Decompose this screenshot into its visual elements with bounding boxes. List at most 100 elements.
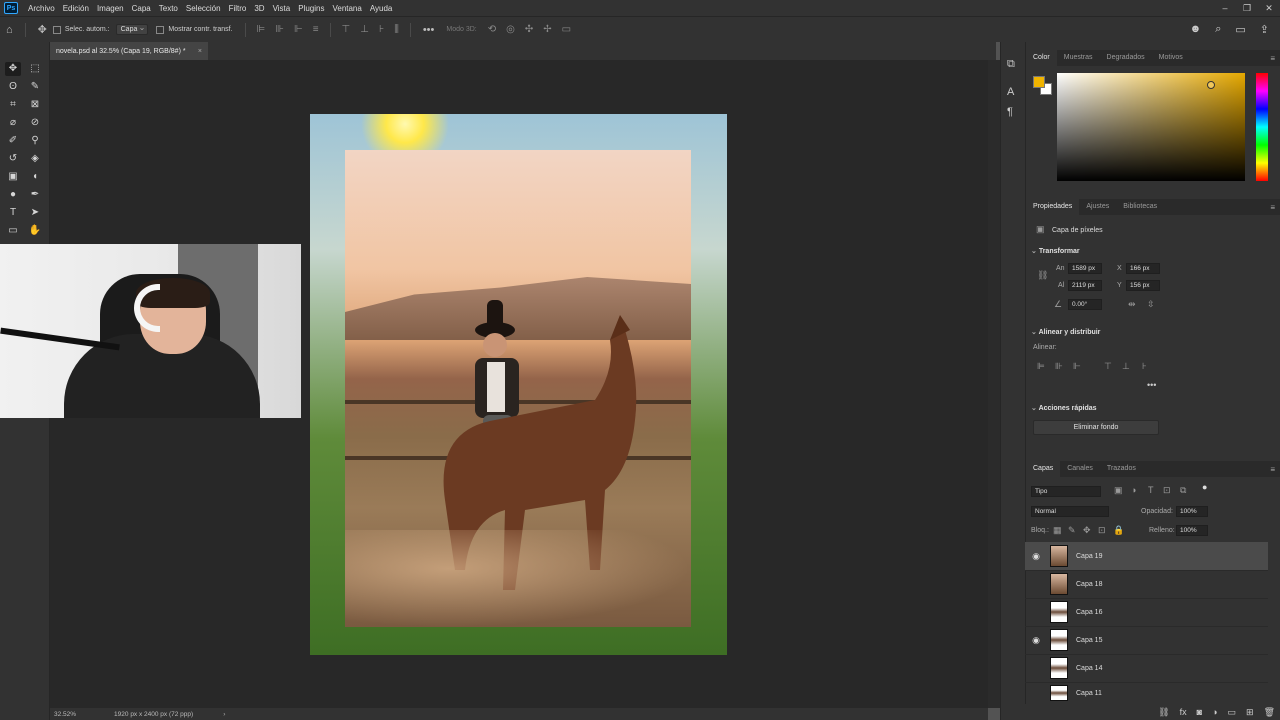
workspace-icon[interactable]: ▭ (1235, 23, 1245, 36)
panel-menu-icon[interactable]: ≡ (1270, 465, 1275, 474)
more-align-icon[interactable]: ••• (1147, 380, 1156, 390)
orbit-3d-icon[interactable]: ⟲ (488, 24, 496, 35)
crop-tool-icon[interactable]: ⌗ (5, 98, 21, 112)
home-icon[interactable]: ⌂ (6, 24, 13, 36)
lasso-tool-icon[interactable]: ʘ (5, 80, 21, 94)
filter-shape-icon[interactable]: ⊡ (1163, 485, 1171, 496)
video-3d-icon[interactable]: ▭ (562, 24, 571, 35)
distribute-v-icon[interactable]: ⫼ (394, 24, 399, 35)
status-arrow-icon[interactable]: › (223, 711, 225, 718)
tab-color[interactable]: Color (1026, 50, 1057, 66)
y-field[interactable]: 156 px (1126, 280, 1160, 291)
shape-tool-icon[interactable]: ▭ (5, 224, 21, 238)
filter-smart-icon[interactable]: ⧉ (1180, 485, 1186, 496)
lock-image-icon[interactable]: ✎ (1068, 525, 1076, 536)
layer-row[interactable]: ◉ Capa 19 (1025, 542, 1268, 570)
lock-transparent-icon[interactable]: ▦ (1053, 525, 1062, 536)
align-top-edges-icon[interactable]: ⊤ (1104, 361, 1112, 372)
brush-tool-icon[interactable]: ✐ (5, 134, 21, 148)
frame-tool-icon[interactable]: ⊠ (27, 98, 43, 112)
menu-imagen[interactable]: Imagen (93, 4, 128, 13)
delete-layer-icon[interactable]: 🗑 (1264, 707, 1275, 718)
menu-archivo[interactable]: Archivo (24, 4, 59, 13)
layer-name[interactable]: Capa 16 (1076, 609, 1102, 616)
align-v-centers-icon[interactable]: ⊥ (1122, 361, 1130, 372)
menu-texto[interactable]: Texto (155, 4, 182, 13)
restore-button[interactable]: ❐ (1236, 0, 1258, 16)
menu-ventana[interactable]: Ventana (328, 4, 365, 13)
hue-slider[interactable] (1256, 73, 1268, 181)
visibility-eye-icon[interactable]: ◉ (1025, 551, 1047, 562)
tab-degradados[interactable]: Degradados (1100, 50, 1152, 66)
align-right-icon[interactable]: ⊩ (294, 24, 303, 35)
layer-row[interactable]: Capa 11 (1025, 682, 1268, 704)
layer-name[interactable]: Capa 18 (1076, 581, 1102, 588)
panel-menu-icon[interactable]: ≡ (1270, 203, 1275, 212)
align-middle-v-icon[interactable]: ⊥ (360, 24, 369, 35)
minimize-button[interactable]: – (1214, 0, 1236, 16)
menu-ayuda[interactable]: Ayuda (366, 4, 397, 13)
pan-3d-icon[interactable]: ✣ (525, 24, 533, 35)
layer-filter-select[interactable]: Tipo (1031, 486, 1101, 497)
layer-name[interactable]: Capa 15 (1076, 637, 1102, 644)
roll-3d-icon[interactable]: ◎ (506, 24, 515, 35)
distribute-h-icon[interactable]: ≡ (313, 24, 319, 35)
tab-capas[interactable]: Capas (1026, 461, 1061, 477)
flip-vertical-icon[interactable]: ⇳ (1147, 299, 1155, 310)
path-select-tool-icon[interactable]: ➤ (27, 206, 43, 220)
menu-3d[interactable]: 3D (250, 4, 268, 13)
fill-field[interactable]: 100% (1176, 525, 1208, 536)
hand-tool-icon[interactable]: ✋ (27, 224, 43, 238)
menu-edicion[interactable]: Edición (59, 4, 93, 13)
layer-row[interactable]: ◉ Capa 15 (1025, 626, 1268, 654)
filter-toggle-icon[interactable]: ● (1202, 482, 1207, 492)
vertical-scrollbar[interactable] (988, 60, 1000, 708)
blur-tool-icon[interactable]: ◖ (27, 170, 43, 184)
paragraph-panel-icon[interactable]: ¶ (1007, 106, 1013, 118)
filter-pixel-icon[interactable]: ▣ (1114, 485, 1123, 496)
align-top-icon[interactable]: ⊤ (342, 24, 351, 35)
gradient-tool-icon[interactable]: ▣ (5, 170, 21, 184)
color-picker-cursor[interactable] (1207, 81, 1215, 89)
tab-propiedades[interactable]: Propiedades (1026, 199, 1080, 215)
auto-select-target[interactable]: Capa (115, 23, 149, 35)
menu-vista[interactable]: Vista (269, 4, 295, 13)
tab-trazados[interactable]: Trazados (1100, 461, 1143, 477)
move-tool-icon[interactable]: ✥ (38, 23, 47, 36)
align-bottom-icon[interactable]: ⊦ (379, 24, 384, 35)
width-field[interactable]: 1589 px (1068, 263, 1102, 274)
new-adjustment-icon[interactable]: ◑ (1212, 707, 1217, 717)
opacity-field[interactable]: 100% (1176, 506, 1208, 517)
dodge-tool-icon[interactable]: ● (5, 188, 21, 202)
search-icon[interactable]: ⌕ (1215, 23, 1221, 36)
quick-select-tool-icon[interactable]: ✎ (27, 80, 43, 94)
close-window-button[interactable]: ✕ (1258, 0, 1280, 16)
new-layer-icon[interactable]: ⊞ (1246, 707, 1254, 718)
lock-all-icon[interactable]: 🔒 (1113, 525, 1124, 536)
layer-image-cowboy-horse[interactable] (345, 150, 691, 627)
foreground-color-swatch[interactable] (1033, 76, 1045, 88)
menu-plugins[interactable]: Plugins (294, 4, 328, 13)
tab-ajustes[interactable]: Ajustes (1079, 199, 1116, 215)
align-bottom-edges-icon[interactable]: ⊦ (1142, 361, 1147, 372)
type-tool-icon[interactable]: T (5, 206, 21, 220)
slide-3d-icon[interactable]: ✢ (543, 24, 551, 35)
link-dimensions-icon[interactable]: ⛓ (1037, 270, 1048, 281)
auto-select-checkbox[interactable] (52, 25, 61, 34)
history-panel-icon[interactable]: ⧉ (1007, 58, 1015, 71)
align-section-title[interactable]: Alinear y distribuir (1031, 328, 1101, 336)
history-brush-tool-icon[interactable]: ↺ (5, 152, 21, 166)
flip-horizontal-icon[interactable]: ⇹ (1128, 299, 1136, 310)
color-picker-field[interactable] (1057, 73, 1245, 181)
align-h-centers-icon[interactable]: ⊪ (1055, 361, 1063, 372)
height-field[interactable]: 2119 px (1068, 280, 1102, 291)
lock-position-icon[interactable]: ✥ (1083, 525, 1091, 536)
menu-filtro[interactable]: Filtro (225, 4, 251, 13)
x-field[interactable]: 166 px (1126, 263, 1160, 274)
share-arrow-icon[interactable]: ⇪ (1260, 23, 1269, 36)
document-tab[interactable]: novela.psd al 32.5% (Capa 19, RGB/8#) * … (50, 42, 208, 60)
layer-name[interactable]: Capa 11 (1076, 690, 1102, 697)
more-options-icon[interactable]: ••• (423, 24, 435, 36)
share-icon[interactable]: ☻ (1190, 23, 1202, 35)
layer-name[interactable]: Capa 14 (1076, 665, 1102, 672)
